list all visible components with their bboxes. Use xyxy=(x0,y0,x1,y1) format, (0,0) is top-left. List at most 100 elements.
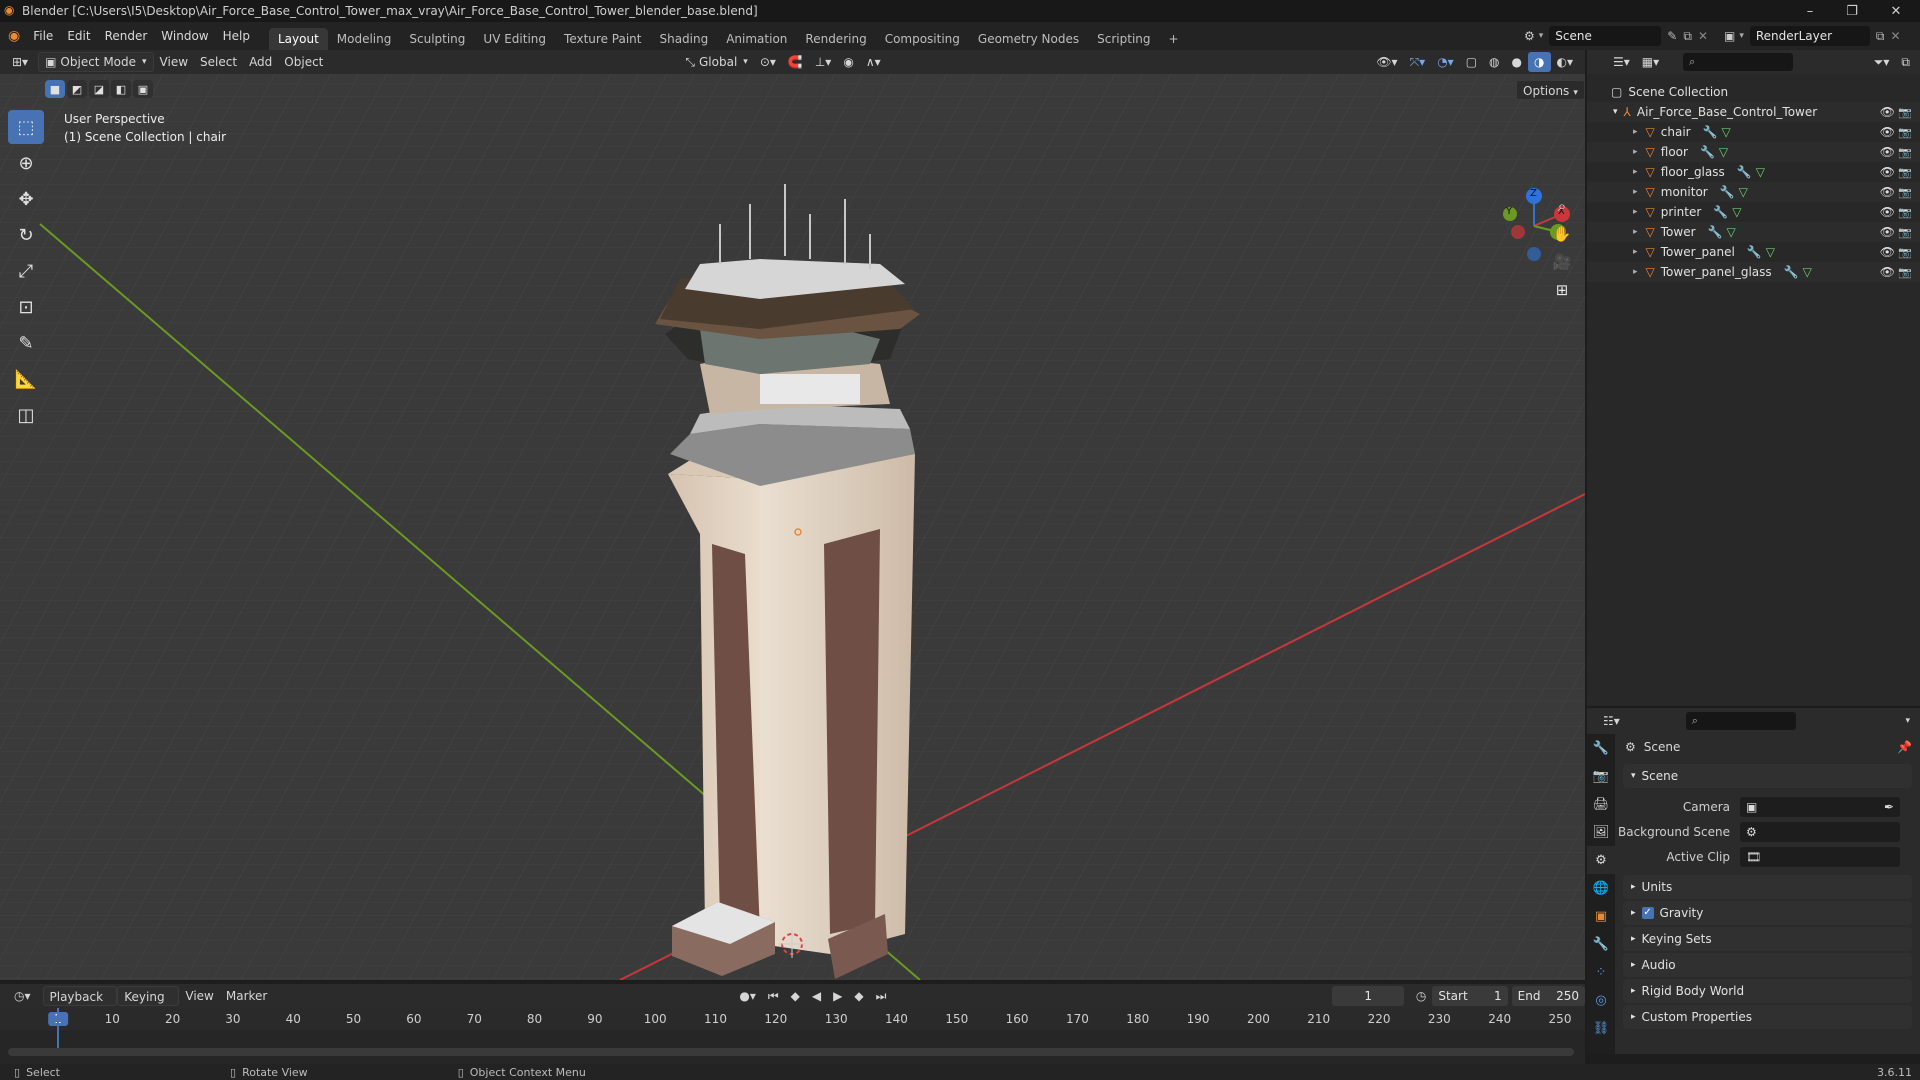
modifier-icon[interactable]: 🔧 xyxy=(1708,225,1723,239)
play-reverse-icon[interactable]: ◀ xyxy=(806,986,827,1006)
select-subtract-icon[interactable]: ◪ xyxy=(89,80,109,98)
tab-uv-editing[interactable]: UV Editing xyxy=(474,28,555,50)
menu-file[interactable]: File xyxy=(26,25,60,47)
select-invert-icon[interactable]: ◧ xyxy=(111,80,131,98)
tab-sculpting[interactable]: Sculpting xyxy=(400,28,474,50)
end-frame-field[interactable]: End 250 xyxy=(1511,986,1585,1006)
visibility-eye-icon[interactable]: 👁 xyxy=(1880,145,1895,159)
menu-add[interactable]: Add xyxy=(243,52,278,72)
frame-ruler[interactable]: 1102030405060708090100110120130140150160… xyxy=(0,1008,1585,1030)
mesh-data-icon[interactable]: ▽ xyxy=(1766,245,1775,259)
camera-view-icon[interactable]: 🎥 xyxy=(1548,248,1576,276)
modifier-icon[interactable]: 🔧 xyxy=(1737,165,1752,179)
render-camera-icon[interactable]: 📷 xyxy=(1898,166,1912,179)
visibility-icon[interactable]: 👁▾ xyxy=(1370,52,1403,72)
visibility-eye-icon[interactable]: 👁 xyxy=(1880,105,1895,119)
editor-type-icon[interactable]: ☰▾ xyxy=(1607,52,1636,72)
clock-icon[interactable]: ◷ xyxy=(1410,986,1432,1006)
new-collection-icon[interactable]: ⧉ xyxy=(1895,52,1916,72)
modifier-icon[interactable]: 🔧 xyxy=(1700,145,1715,159)
properties-subpanel[interactable]: ▸ Rigid Body World xyxy=(1623,979,1912,1003)
tab-modeling[interactable]: Modeling xyxy=(328,28,401,50)
filter-icon[interactable]: ⏷▾ xyxy=(1868,52,1896,72)
outliner-item[interactable]: ▸ ▽ Tower_panel_glass 🔧 ▽ 👁 📷 xyxy=(1587,262,1920,282)
object-tab-icon[interactable]: ▣ xyxy=(1587,902,1615,930)
minimize-button[interactable]: – xyxy=(1788,0,1832,22)
outliner-item[interactable]: ▸ ▽ floor_glass 🔧 ▽ 👁 📷 xyxy=(1587,162,1920,182)
select-intersect-icon[interactable]: ▣ xyxy=(133,80,153,98)
chevron-right-icon[interactable]: ▸ xyxy=(1633,207,1638,217)
chevron-down-icon[interactable]: ▾ xyxy=(1899,711,1916,731)
constraints-tab-icon[interactable]: ⛓ xyxy=(1587,1014,1615,1042)
modifier-icon[interactable]: 🔧 xyxy=(1784,265,1799,279)
render-tab-icon[interactable]: 📷 xyxy=(1587,762,1615,790)
outliner-item[interactable]: ▸ ▽ Tower_panel 🔧 ▽ 👁 📷 xyxy=(1587,242,1920,262)
properties-search-input[interactable]: ⌕ xyxy=(1685,712,1796,730)
visibility-eye-icon[interactable]: 👁 xyxy=(1880,225,1895,239)
menu-marker[interactable]: Marker xyxy=(220,986,273,1006)
editor-type-icon[interactable]: ◷▾ xyxy=(8,986,37,1006)
visibility-eye-icon[interactable]: 👁 xyxy=(1880,165,1895,179)
tab-shading[interactable]: Shading xyxy=(650,28,717,50)
annotate-tool-icon[interactable]: ✎ xyxy=(8,326,44,360)
eyedropper-icon[interactable]: ✒ xyxy=(1884,800,1894,814)
output-tab-icon[interactable]: 🖨 xyxy=(1587,790,1615,818)
render-camera-icon[interactable]: 📷 xyxy=(1898,146,1912,159)
timeline-scrollbar[interactable] xyxy=(8,1048,1574,1056)
render-camera-icon[interactable]: 📷 xyxy=(1898,226,1912,239)
scene-panel-header[interactable]: ▾ Scene xyxy=(1623,764,1912,788)
mode-dropdown[interactable]: ▣ Object Mode ▾ xyxy=(38,52,154,72)
outliner-item[interactable]: ▸ ▽ chair 🔧 ▽ 👁 📷 xyxy=(1587,122,1920,142)
pin-icon[interactable]: 📌 xyxy=(1897,740,1912,754)
xray-toggle-icon[interactable]: ▢ xyxy=(1460,52,1483,72)
current-frame-field[interactable]: 1 xyxy=(1332,986,1404,1006)
select-extend-icon[interactable]: ◩ xyxy=(67,80,87,98)
pan-hand-icon[interactable]: ✋ xyxy=(1548,220,1576,248)
scene-collection-row[interactable]: ▢ Scene Collection xyxy=(1587,82,1920,102)
timeline[interactable]: 1102030405060708090100110120130140150160… xyxy=(0,1008,1585,1066)
tab-texture-paint[interactable]: Texture Paint xyxy=(555,28,650,50)
tab-compositing[interactable]: Compositing xyxy=(876,28,969,50)
mesh-data-icon[interactable]: ▽ xyxy=(1756,165,1765,179)
render-camera-icon[interactable]: 📷 xyxy=(1898,206,1912,219)
move-tool-icon[interactable]: ✥ xyxy=(8,182,44,216)
play-icon[interactable]: ▶ xyxy=(827,986,848,1006)
zoom-icon[interactable]: ⌕ xyxy=(1548,192,1576,220)
outliner-item[interactable]: ▸ ▽ printer 🔧 ▽ 👁 📷 xyxy=(1587,202,1920,222)
display-mode-icon[interactable]: ▦▾ xyxy=(1636,52,1665,72)
menu-timeline-view[interactable]: View xyxy=(179,986,219,1006)
material-shading-icon[interactable]: ◑ xyxy=(1528,52,1551,72)
transform-orientation-dropdown[interactable]: ⤡ Global ▾ xyxy=(679,52,753,72)
particles-tab-icon[interactable]: ⁘ xyxy=(1587,958,1615,986)
solid-shading-icon[interactable]: ● xyxy=(1506,52,1528,72)
outliner-item[interactable]: ▸ ▽ floor 🔧 ▽ 👁 📷 xyxy=(1587,142,1920,162)
add-workspace-button[interactable]: + xyxy=(1160,28,1188,50)
viewport-3d[interactable]: User Perspective (1) Scene Collection | … xyxy=(0,74,1585,980)
menu-playback[interactable]: Playback ▾ xyxy=(42,986,118,1024)
mesh-data-icon[interactable]: ▽ xyxy=(1722,125,1731,139)
menu-render[interactable]: Render xyxy=(98,25,155,47)
world-tab-icon[interactable]: 🌐 xyxy=(1587,874,1615,902)
outliner-item[interactable]: ▸ ▽ monitor 🔧 ▽ 👁 📷 xyxy=(1587,182,1920,202)
falloff-icon[interactable]: ∧▾ xyxy=(860,52,887,72)
chevron-down-icon[interactable]: ▾ xyxy=(1613,107,1618,117)
chevron-right-icon[interactable]: ▸ xyxy=(1633,167,1638,177)
scene-tab-icon[interactable]: ⚙ xyxy=(1587,846,1615,874)
proportional-edit-icon[interactable]: ◉ xyxy=(837,52,859,72)
chevron-right-icon[interactable]: ▸ xyxy=(1633,267,1638,277)
visibility-eye-icon[interactable]: 👁 xyxy=(1880,185,1895,199)
add-cube-tool-icon[interactable]: ◫ xyxy=(8,398,44,432)
modifier-tab-icon[interactable]: 🔧 xyxy=(1587,930,1615,958)
modifier-icon[interactable]: 🔧 xyxy=(1720,185,1735,199)
new-layer-icon[interactable]: ⧉ xyxy=(1876,29,1885,44)
chevron-down-icon[interactable]: ▾ xyxy=(1539,31,1544,41)
close-icon[interactable]: ✕ xyxy=(1698,29,1708,43)
pivot-point-icon[interactable]: ⊙▾ xyxy=(754,52,782,72)
scene-name-field[interactable]: Scene xyxy=(1549,26,1662,46)
start-frame-field[interactable]: Start 1 xyxy=(1432,986,1508,1006)
properties-subpanel[interactable]: ▸ Audio xyxy=(1623,953,1912,977)
measure-tool-icon[interactable]: 📐 xyxy=(8,362,44,396)
outliner-search-input[interactable]: ⌕ xyxy=(1683,53,1794,71)
properties-subpanel[interactable]: ▸ Custom Properties xyxy=(1623,1005,1912,1029)
active-clip-field[interactable]: 🎞 xyxy=(1740,846,1900,867)
